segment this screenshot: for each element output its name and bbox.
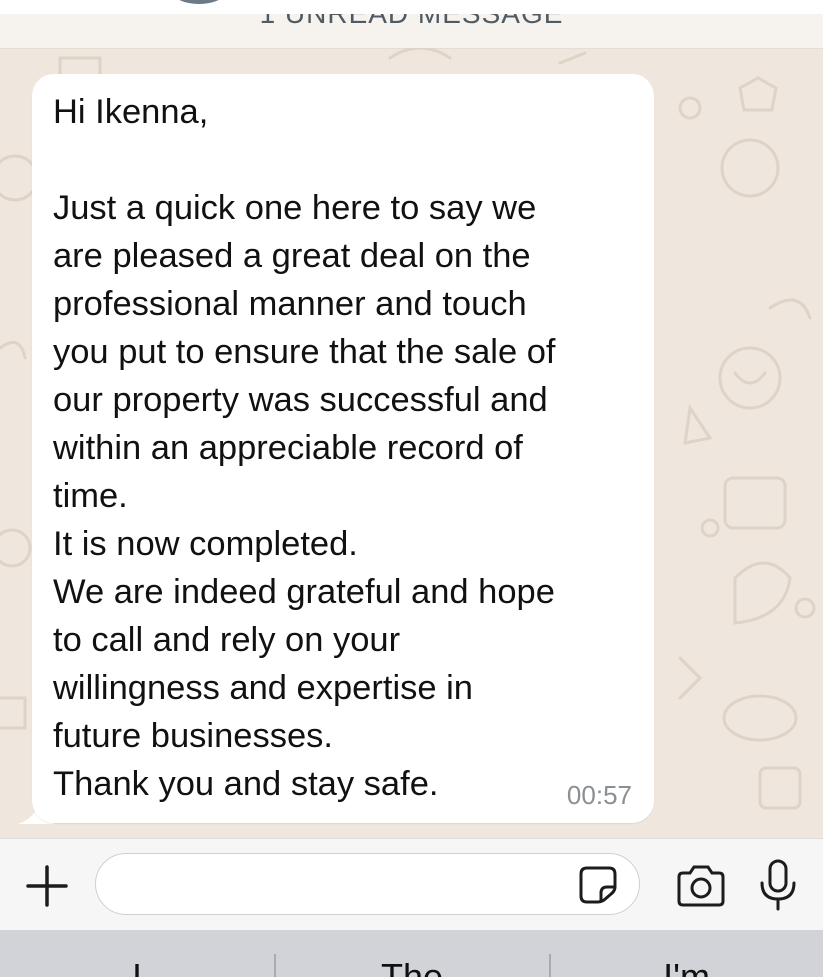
- suggestion-label: I: [131, 956, 142, 977]
- sticker-icon[interactable]: [578, 865, 618, 905]
- message-input[interactable]: [95, 853, 640, 915]
- suggestion-item[interactable]: I'm: [550, 930, 823, 977]
- message-timestamp: 00:57: [566, 780, 632, 810]
- mic-icon[interactable]: [758, 859, 798, 911]
- suggestion-label: I'm: [663, 956, 710, 977]
- keyboard-suggestion-bar: I The I'm: [0, 930, 823, 977]
- contact-avatar[interactable]: [172, 0, 226, 4]
- suggestion-item[interactable]: The: [275, 930, 549, 977]
- suggestion-label: The: [380, 956, 444, 977]
- incoming-message-bubble[interactable]: Hi Ikenna, Just a quick one here to say …: [32, 74, 654, 823]
- suggestion-item[interactable]: I: [0, 930, 274, 977]
- camera-icon[interactable]: [675, 865, 727, 907]
- unread-banner-label: 1 UNREAD MESSAGE: [0, 14, 823, 30]
- unread-messages-banner: 1 UNREAD MESSAGE: [0, 14, 823, 49]
- chat-header: [0, 0, 823, 15]
- message-composer: [0, 838, 823, 931]
- plus-icon[interactable]: [24, 863, 70, 909]
- message-text: Hi Ikenna, Just a quick one here to say …: [53, 93, 556, 803]
